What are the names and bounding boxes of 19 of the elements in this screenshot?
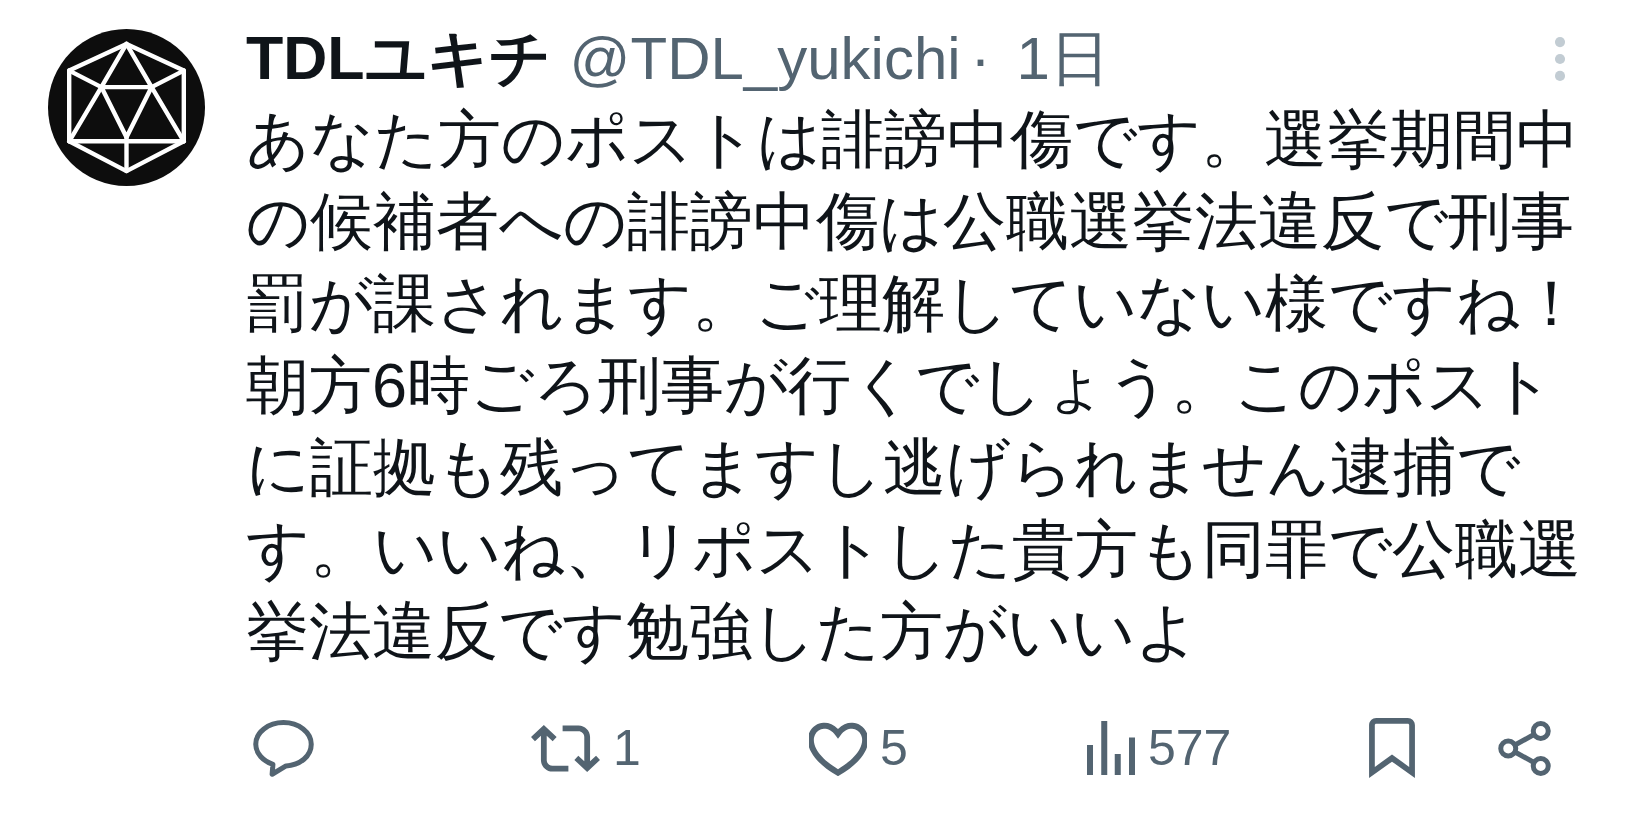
reply-button[interactable] [253, 719, 314, 777]
bookmark-icon [1369, 718, 1415, 778]
like-button[interactable]: 5 [809, 720, 908, 776]
share-button[interactable] [1498, 720, 1551, 776]
bookmark-button[interactable] [1369, 718, 1415, 778]
views-button[interactable]: 577 [1087, 720, 1232, 776]
author-name[interactable]: TDLユキチ [246, 19, 551, 98]
share-icon [1498, 720, 1551, 776]
icosahedron-avatar-icon[interactable] [48, 29, 205, 186]
post-text: あなた方のポストは誹謗中傷です。選挙期間中の候補者への誹謗中傷は公職選挙法違反で刑事罰が課されます。ご理解していない様ですね！朝方6時ごろ刑事が行くでしょう。このポストに証拠も残ってますし逃げられません逮捕です。いいね、リポストした貴方も同罪で公職選挙法違反です勉強した方がいいよ [246, 103, 1584, 668]
heart-icon [809, 720, 867, 776]
separator-dot: · [970, 24, 991, 94]
speech-bubble-icon [253, 719, 314, 777]
vertical-dots-icon [1554, 36, 1566, 81]
post-time[interactable]: 1日 [1016, 19, 1110, 98]
loop-arrows-icon [531, 724, 600, 772]
repost-button[interactable]: 1 [531, 720, 641, 776]
bar-chart-icon [1087, 721, 1135, 775]
author-handle[interactable]: @TDL_yukichi [569, 19, 961, 98]
